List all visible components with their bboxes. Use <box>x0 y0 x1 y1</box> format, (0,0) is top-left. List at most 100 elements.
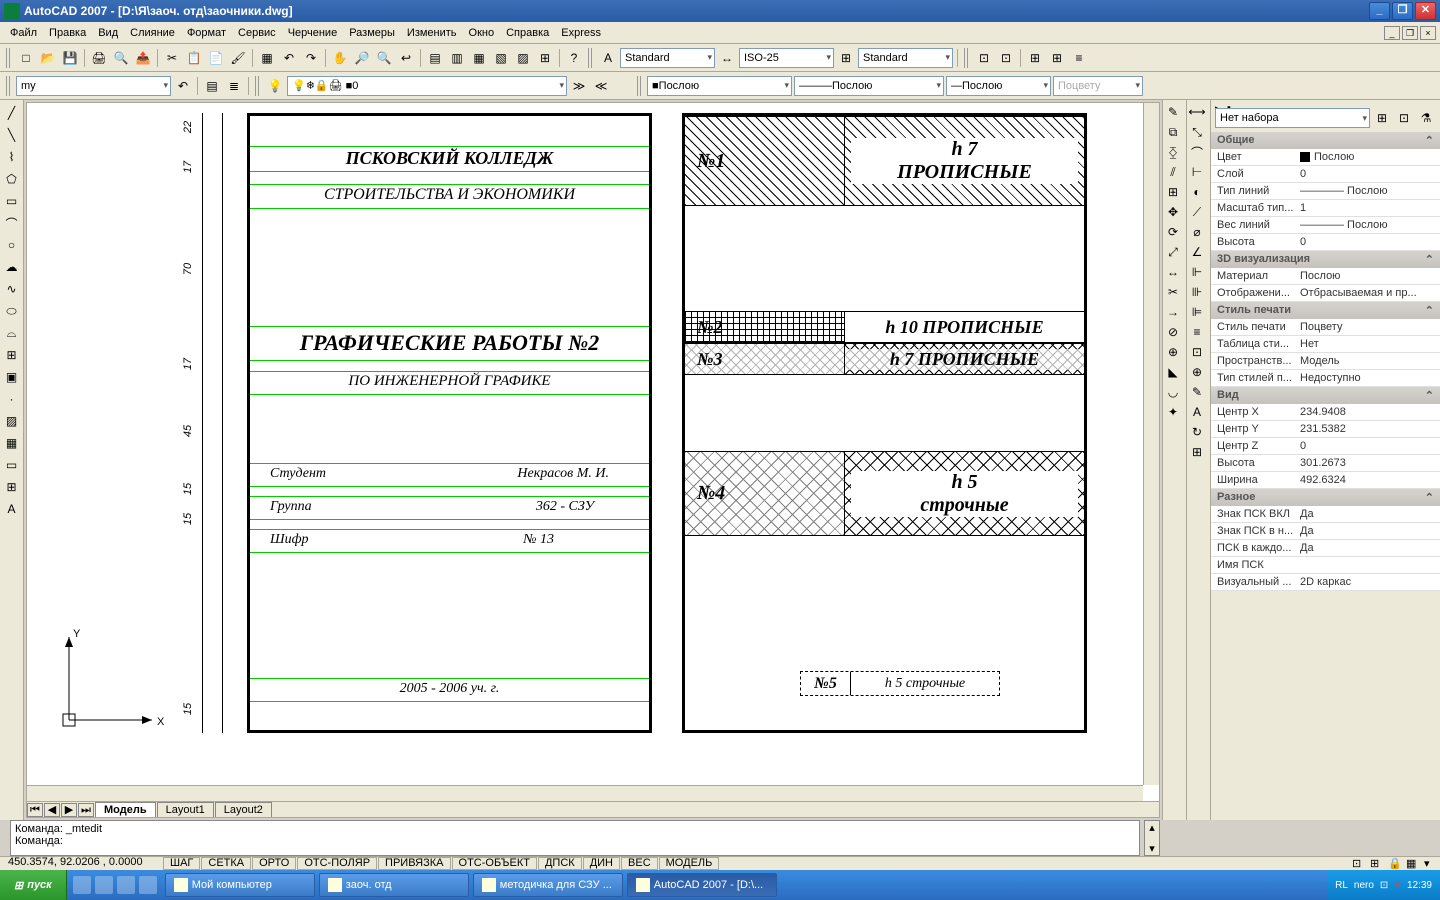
dimupdate-icon[interactable]: ↻ <box>1187 422 1207 442</box>
tab-layout1[interactable]: Layout1 <box>157 802 214 817</box>
menu-view[interactable]: Вид <box>92 25 124 41</box>
ssm-icon[interactable]: ▧ <box>491 48 511 68</box>
layer-states-icon[interactable]: ≣ <box>224 76 244 96</box>
revcloud-icon[interactable]: ☁ <box>2 257 22 277</box>
prop-row[interactable]: Таблица сти...Нет <box>1211 336 1440 353</box>
zoom-prev-icon[interactable]: ↩ <box>396 48 416 68</box>
dimcont-icon[interactable]: ⊫ <box>1187 302 1207 322</box>
start-button[interactable]: ⊞пуск <box>0 870 67 900</box>
cut-icon[interactable]: ✂ <box>162 48 182 68</box>
props-filter-icon[interactable]: ⚗ <box>1416 108 1436 128</box>
prop-row[interactable]: Знак ПСК ВКЛДа <box>1211 506 1440 523</box>
toolbar-grip[interactable] <box>6 76 12 96</box>
zoom-rt-icon[interactable]: 🔎 <box>352 48 372 68</box>
rectangle-icon[interactable]: ▭ <box>2 191 22 211</box>
maximize-button[interactable]: ❐ <box>1392 2 1413 20</box>
dimbase-icon[interactable]: ⊪ <box>1187 282 1207 302</box>
task-autocad[interactable]: AutoCAD 2007 - [D:\... <box>627 873 777 897</box>
mirror-icon[interactable]: ⧰ <box>1163 142 1183 162</box>
prop-row[interactable]: Высота301.2673 <box>1211 455 1440 472</box>
ql-desktop-icon[interactable] <box>95 876 113 894</box>
menu-help[interactable]: Справка <box>500 25 555 41</box>
open-icon[interactable]: 📂 <box>38 48 58 68</box>
centermark-icon[interactable]: ⊕ <box>1187 362 1207 382</box>
block-icon[interactable]: ▦ <box>257 48 277 68</box>
toolbar-grip[interactable] <box>964 48 970 68</box>
prop-row[interactable]: Имя ПСК <box>1211 557 1440 574</box>
dc-icon[interactable]: ▥ <box>447 48 467 68</box>
prop-section-header[interactable]: 3D визуализация⌃ <box>1211 251 1440 268</box>
explode-icon[interactable]: ✦ <box>1163 402 1183 422</box>
spline-icon[interactable]: ∿ <box>2 279 22 299</box>
prop-row[interactable]: Центр Y231.5382 <box>1211 421 1440 438</box>
fillet-icon[interactable]: ◡ <box>1163 382 1183 402</box>
preview-icon[interactable]: 🔍 <box>111 48 131 68</box>
tab-model[interactable]: Модель <box>95 802 156 817</box>
rotate-icon[interactable]: ⟳ <box>1163 222 1183 242</box>
cmd-scrollbar[interactable]: ▴▾ <box>1144 820 1160 856</box>
dimord-icon[interactable]: ⊢ <box>1187 162 1207 182</box>
dim-style-dropdown[interactable]: ISO-25 <box>739 48 834 68</box>
dimjog-icon[interactable]: ⟋ <box>1187 202 1207 222</box>
prop-row[interactable]: Масштаб тип...1 <box>1211 200 1440 217</box>
tray-lang[interactable]: RL <box>1335 880 1348 891</box>
markup-icon[interactable]: ▨ <box>513 48 533 68</box>
join-icon[interactable]: ⊕ <box>1163 342 1183 362</box>
lineweight-dropdown[interactable]: — Послою <box>946 76 1051 96</box>
prop-row[interactable]: ПСК в каждо...Да <box>1211 540 1440 557</box>
drawing-canvas[interactable]: 22 17 70 17 45 15 15 15 ПСКОВСКИЙ КОЛЛЕД… <box>27 103 1143 785</box>
ws-icon[interactable]: ⊡ <box>974 48 994 68</box>
props-toggle-icon[interactable]: ⊞ <box>1372 108 1392 128</box>
array-icon[interactable]: ⊞ <box>1163 182 1183 202</box>
tab-last-icon[interactable]: ⏭ <box>78 803 94 817</box>
toolbar-grip[interactable] <box>637 76 643 96</box>
block-icon[interactable]: ▣ <box>2 367 22 387</box>
status-ortho[interactable]: ОРТО <box>252 857 296 870</box>
insert-icon[interactable]: ⊞ <box>2 345 22 365</box>
layer-filter-dropdown[interactable]: my <box>16 76 171 96</box>
prop-row[interactable]: МатериалПослою <box>1211 268 1440 285</box>
status-tray-icon[interactable]: ▾ <box>1424 857 1438 871</box>
status-otrack[interactable]: ОТС-ОБЪЕКТ <box>452 857 537 870</box>
copy-icon[interactable]: 📋 <box>184 48 204 68</box>
quickcalc-icon[interactable]: ⊞ <box>535 48 555 68</box>
xline-icon[interactable]: ╲ <box>2 125 22 145</box>
task-mycomputer[interactable]: Мой компьютер <box>165 873 315 897</box>
arc-icon[interactable]: ⌒ <box>2 213 22 233</box>
zoom-win-icon[interactable]: 🔍 <box>374 48 394 68</box>
status-model[interactable]: МОДЕЛЬ <box>659 857 720 870</box>
status-osnap[interactable]: ПРИВЯЗКА <box>378 857 450 870</box>
command-line[interactable]: Команда: _mtedit Команда: <box>10 820 1140 856</box>
mdi-restore[interactable]: ❐ <box>1402 26 1418 40</box>
menu-dimension[interactable]: Размеры <box>343 25 401 41</box>
undo-icon[interactable]: ↶ <box>279 48 299 68</box>
ql-ie-icon[interactable] <box>73 876 91 894</box>
props-icon[interactable]: ▤ <box>425 48 445 68</box>
prop-row[interactable]: Пространств...Модель <box>1211 353 1440 370</box>
prop-row[interactable]: Центр X234.9408 <box>1211 404 1440 421</box>
color-dropdown[interactable]: ■ Послою <box>647 76 792 96</box>
table-style-dropdown[interactable]: Standard <box>858 48 953 68</box>
status-coords[interactable]: 450.3574, 92.0206 , 0.0000 <box>2 857 162 870</box>
status-tray-icon[interactable]: ⊡ <box>1352 857 1366 871</box>
stretch-icon[interactable]: ↔ <box>1163 262 1183 282</box>
extend-icon[interactable]: → <box>1163 302 1183 322</box>
tolerance-icon[interactable]: ⊡ <box>1187 342 1207 362</box>
status-ducs[interactable]: ДПСК <box>538 857 582 870</box>
dimdia-icon[interactable]: ⌀ <box>1187 222 1207 242</box>
ellipsearc-icon[interactable]: ⌓ <box>2 323 22 343</box>
ws3-icon[interactable]: ⊞ <box>1025 48 1045 68</box>
pan-icon[interactable]: ✋ <box>330 48 350 68</box>
table-icon[interactable]: ⊞ <box>2 477 22 497</box>
ellipse-icon[interactable]: ⬭ <box>2 301 22 321</box>
menu-window[interactable]: Окно <box>463 25 501 41</box>
dimstyle2-icon[interactable]: ⊞ <box>1187 442 1207 462</box>
dimedit-icon[interactable]: ✎ <box>1187 382 1207 402</box>
ws5-icon[interactable]: ≡ <box>1069 48 1089 68</box>
props-pick-icon[interactable]: ⊡ <box>1394 108 1414 128</box>
hatch-icon[interactable]: ▨ <box>2 411 22 431</box>
ws2-icon[interactable]: ⊡ <box>996 48 1016 68</box>
region-icon[interactable]: ▭ <box>2 455 22 475</box>
menu-express[interactable]: Express <box>555 25 607 41</box>
mdi-close[interactable]: × <box>1420 26 1436 40</box>
